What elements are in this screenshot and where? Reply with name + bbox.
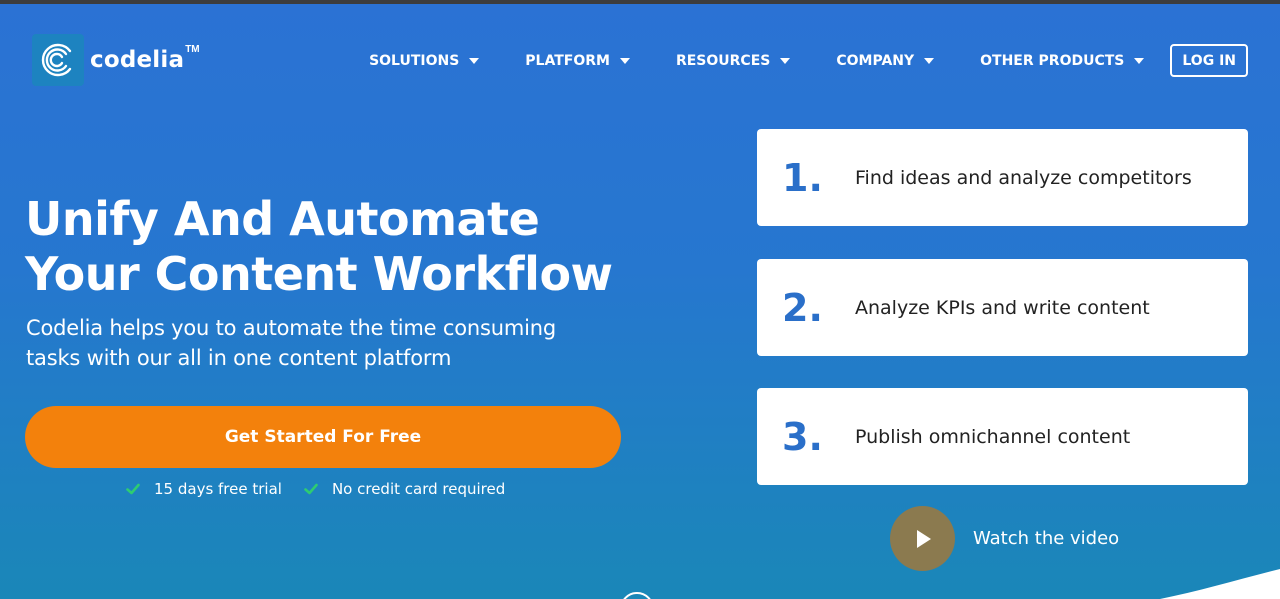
perk-item: 15 days free trial bbox=[126, 480, 282, 498]
step-text: Analyze KPIs and write content bbox=[855, 296, 1150, 319]
step-number: 3. bbox=[782, 414, 823, 459]
brand-trademark: TM bbox=[185, 44, 200, 55]
main-nav: SOLUTIONS PLATFORM RESOURCES COMPANY OTH… bbox=[369, 44, 1248, 77]
caret-down-icon bbox=[780, 57, 791, 64]
caret-down-icon bbox=[619, 57, 630, 64]
caret-down-icon bbox=[469, 57, 480, 64]
caret-down-icon bbox=[1134, 57, 1145, 64]
login-button[interactable]: LOG IN bbox=[1170, 44, 1248, 77]
decorative-wave bbox=[1160, 569, 1280, 599]
check-icon bbox=[126, 483, 140, 495]
perk-label: No credit card required bbox=[331, 480, 506, 498]
step-number: 2. bbox=[782, 285, 823, 330]
step-number: 1. bbox=[782, 155, 823, 200]
nav-item-label: PLATFORM bbox=[525, 52, 610, 69]
perk-item: No credit card required bbox=[304, 480, 505, 498]
get-started-button[interactable]: Get Started For Free bbox=[25, 406, 621, 468]
nav-item-label: SOLUTIONS bbox=[369, 52, 460, 69]
nav-item-resources[interactable]: RESOURCES bbox=[675, 52, 791, 69]
step-text: Publish omnichannel content bbox=[855, 425, 1131, 448]
nav-item-label: OTHER PRODUCTS bbox=[980, 52, 1125, 69]
step-text: Find ideas and analyze competitors bbox=[855, 166, 1192, 189]
nav-item-company[interactable]: COMPANY bbox=[836, 52, 935, 69]
play-button[interactable] bbox=[890, 506, 955, 571]
nav-item-label: COMPANY bbox=[836, 52, 915, 69]
hero-subtitle: Codelia helps you to automate the time c… bbox=[26, 313, 646, 373]
landing-page: codelia TM SOLUTIONS PLATFORM RESOURCES … bbox=[0, 0, 1280, 599]
check-icon bbox=[304, 483, 318, 495]
nav-item-platform[interactable]: PLATFORM bbox=[525, 53, 630, 69]
step-card-3: 3. Publish omnichannel content bbox=[757, 388, 1248, 485]
nav-item-solutions[interactable]: SOLUTIONS bbox=[369, 52, 480, 69]
brand-name: codelia bbox=[90, 47, 185, 73]
step-card-1: 1. Find ideas and analyze competitors bbox=[757, 129, 1248, 226]
concentric-c-logo-icon bbox=[32, 34, 84, 86]
scroll-down-icon[interactable] bbox=[620, 592, 654, 599]
hero-title: Unify And Automate Your Content Workflow bbox=[25, 192, 665, 302]
hero-subtitle-line-2: tasks with our all in one content platfo… bbox=[26, 346, 452, 370]
perk-label: 15 days free trial bbox=[154, 480, 282, 498]
watch-video-button[interactable]: Watch the video bbox=[890, 506, 1119, 571]
nav-item-label: RESOURCES bbox=[675, 52, 771, 69]
browser-top-edge bbox=[0, 0, 1280, 4]
step-card-2: 2. Analyze KPIs and write content bbox=[757, 259, 1248, 356]
play-icon bbox=[916, 529, 931, 548]
hero-title-line-2: Your Content Workflow bbox=[25, 247, 613, 301]
brand-logo-link[interactable]: codelia TM bbox=[32, 34, 200, 86]
hero-title-line-1: Unify And Automate bbox=[25, 192, 540, 246]
perks-list: 15 days free trial No credit card requir… bbox=[126, 480, 527, 498]
watch-video-label: Watch the video bbox=[973, 528, 1120, 549]
hero-subtitle-line-1: Codelia helps you to automate the time c… bbox=[26, 316, 556, 340]
nav-item-other-products[interactable]: OTHER PRODUCTS bbox=[980, 52, 1145, 69]
caret-down-icon bbox=[924, 57, 935, 64]
